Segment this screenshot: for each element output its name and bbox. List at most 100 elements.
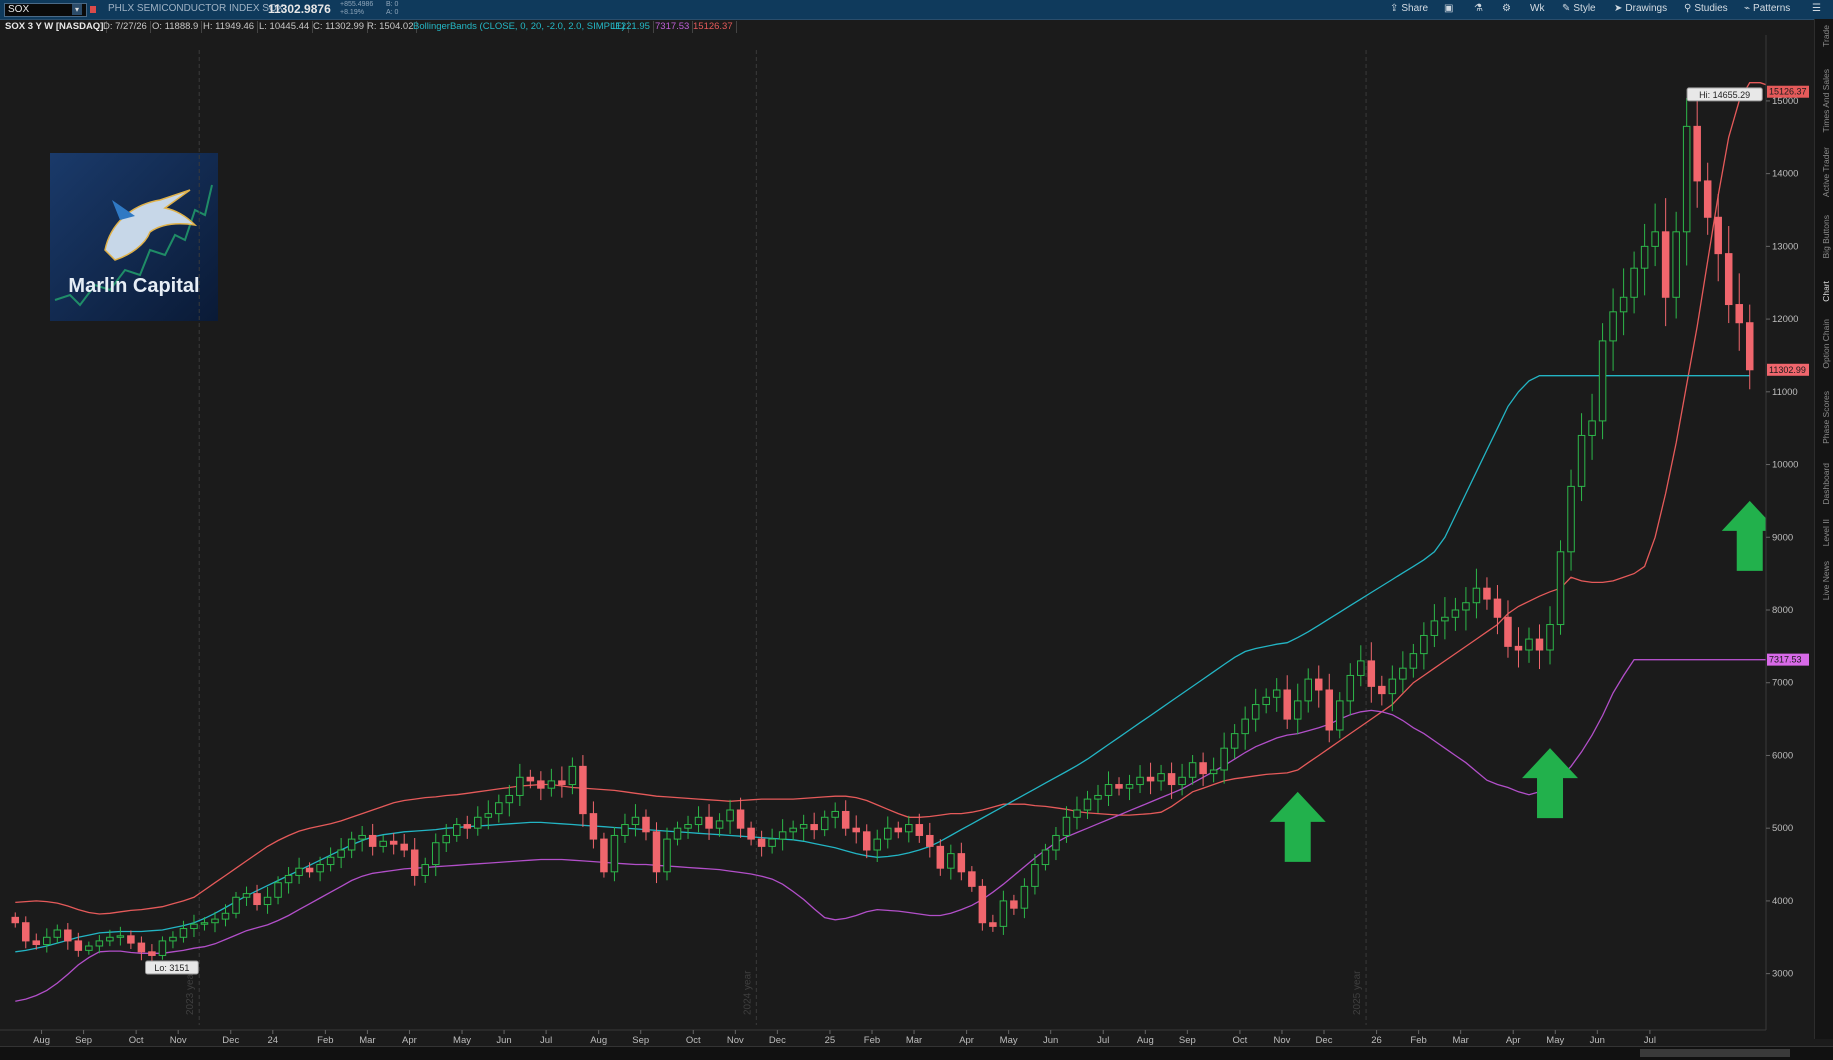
candle-body	[778, 831, 787, 840]
horizontal-scrollbar[interactable]	[0, 1046, 1833, 1060]
candle-body	[1409, 653, 1418, 669]
candle-body	[526, 776, 535, 782]
candle-body	[53, 929, 62, 938]
right-side-panel: Trade Times And Sales Active Trader Big But…	[1814, 19, 1833, 1039]
right-tab-big-buttons[interactable]: Big Buttons	[1821, 215, 1831, 258]
candle-body	[957, 853, 966, 873]
candle-body	[389, 840, 398, 845]
candle-body	[1125, 784, 1134, 789]
candle-body	[600, 838, 608, 873]
right-tab-chart[interactable]: Chart	[1821, 281, 1831, 302]
candle-body	[305, 867, 314, 873]
candle-body	[799, 824, 808, 829]
candle-body	[1031, 864, 1039, 887]
candle-body	[379, 840, 387, 847]
x-tick-label: Feb	[864, 1035, 880, 1046]
candle-body	[1609, 311, 1617, 342]
x-tick-label: May	[1546, 1035, 1564, 1046]
patterns-button[interactable]: ⌁ Patterns	[1744, 3, 1790, 14]
change-abs: +855.4986	[340, 1, 374, 8]
bid-ask: B: 0 A: 0	[386, 1, 398, 17]
candle-body	[1672, 231, 1680, 298]
right-tab-phase-scores[interactable]: Phase Scores	[1821, 391, 1831, 444]
candle-body	[1314, 678, 1323, 691]
y-tick-label: 12000	[1772, 314, 1798, 325]
timeframe-button[interactable]: Wk	[1530, 3, 1544, 14]
candle-body	[263, 896, 272, 906]
scrollbar-thumb[interactable]	[1640, 1049, 1790, 1057]
timeframe-label: Wk	[1530, 3, 1545, 14]
candle-body	[726, 809, 734, 822]
candle-body	[1420, 634, 1428, 655]
y-tick-label: 5000	[1772, 823, 1793, 834]
candle-body	[673, 827, 682, 840]
candle-body	[1052, 834, 1060, 851]
x-tick-label: Dec	[1316, 1035, 1333, 1046]
candle-body	[1567, 485, 1575, 553]
layout-button[interactable]: ▣	[1444, 3, 1456, 14]
settings-button[interactable]: ⚙	[1502, 3, 1514, 14]
studies-button[interactable]: ⚲ Studies	[1684, 3, 1728, 14]
style-button[interactable]: ✎ Style	[1562, 3, 1596, 14]
candle-body	[1336, 700, 1344, 731]
candle-body	[1241, 718, 1249, 735]
right-tab-live-news[interactable]: Live News	[1821, 561, 1831, 600]
y-tick-label: 11000	[1772, 387, 1798, 398]
right-tab-trade[interactable]: Trade	[1821, 25, 1831, 47]
candle-body	[64, 929, 72, 942]
candle-body	[736, 809, 745, 829]
candle-body	[127, 935, 135, 944]
candle-body	[1178, 776, 1186, 786]
marlin-capital-logo: Marlin Capital	[50, 153, 218, 321]
menu-button[interactable]: ☰	[1812, 3, 1824, 14]
candle-body	[295, 867, 303, 876]
candle-body	[915, 824, 924, 836]
share-button[interactable]: ⇪ Share	[1390, 3, 1428, 14]
flask-button[interactable]: ⚗	[1474, 3, 1486, 14]
candle-body	[463, 824, 472, 829]
symbol-dropdown-icon[interactable]: ▾	[72, 4, 82, 15]
candle-body	[1020, 885, 1029, 909]
candle-body	[652, 831, 661, 873]
right-tab-level-ii[interactable]: Level II	[1821, 519, 1831, 546]
right-tab-times-and-sales[interactable]: Times And Sales	[1821, 69, 1831, 132]
x-tick-label: Nov	[170, 1035, 187, 1046]
candle-body	[410, 849, 419, 876]
candle-body	[148, 951, 156, 956]
x-tick-label: Sep	[632, 1035, 649, 1046]
candle-body	[484, 813, 493, 818]
candle-body	[610, 834, 619, 873]
candle-body	[274, 882, 282, 898]
price-chart[interactable]: Marlin Capital 2023 year 2024 year 2025 ye…	[0, 20, 1814, 1046]
gear-icon: ⚙	[1502, 3, 1511, 14]
candle-body	[211, 918, 219, 924]
candle-body	[631, 816, 640, 826]
candle-body	[989, 922, 997, 927]
y-axis: 3000 4000 5000 6000 7000 8000 9000 10000 11000 12…	[1765, 20, 1814, 1046]
candle-body	[1083, 798, 1092, 811]
candle-body	[568, 765, 577, 786]
candle-body	[1209, 769, 1218, 775]
x-tick-label: Oct	[129, 1035, 144, 1046]
right-tab-option-chain[interactable]: Option Chain	[1821, 319, 1831, 369]
drawings-button[interactable]: ➤ Drawings	[1614, 3, 1667, 14]
candle-body	[1514, 645, 1523, 651]
candle-body	[684, 824, 692, 829]
candle-body	[1682, 125, 1691, 233]
candle-body	[820, 816, 829, 831]
candle-body	[1630, 267, 1638, 298]
link-color-icon[interactable]	[90, 6, 96, 13]
x-tick-label: 26	[1371, 1035, 1382, 1046]
menu-icon: ☰	[1812, 3, 1821, 14]
candle-body	[642, 816, 650, 833]
candle-body	[715, 820, 724, 829]
right-tab-active-trader[interactable]: Active Trader	[1821, 147, 1831, 197]
x-tick-label: Jun	[1043, 1035, 1058, 1046]
candle-body	[789, 827, 797, 833]
candle-body	[621, 824, 629, 836]
lower-band-axis-label: 7317.53	[1769, 655, 1802, 665]
year-marker-label: 2025 year	[1352, 970, 1363, 1015]
x-tick-label: Jul	[1097, 1035, 1109, 1046]
candle-body	[862, 831, 871, 851]
right-tab-dashboard[interactable]: Dashboard	[1821, 463, 1831, 505]
